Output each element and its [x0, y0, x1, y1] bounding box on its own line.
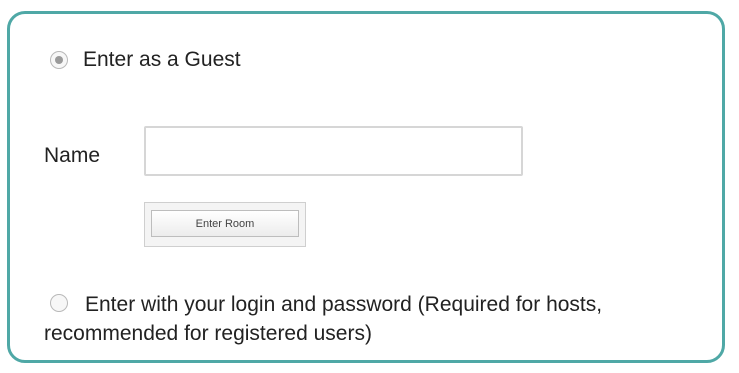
enter-room-button-frame: Enter Room: [144, 202, 306, 247]
name-label: Name: [44, 144, 101, 167]
login-option-label[interactable]: Enter with your login and password (Requ…: [44, 290, 714, 348]
name-input[interactable]: [144, 126, 523, 176]
guest-option-label[interactable]: Enter as a Guest: [83, 47, 241, 73]
login-panel: Enter as a Guest Name Enter Room Enter w…: [7, 11, 725, 363]
guest-radio[interactable]: [50, 51, 68, 69]
enter-room-button[interactable]: Enter Room: [151, 210, 299, 237]
